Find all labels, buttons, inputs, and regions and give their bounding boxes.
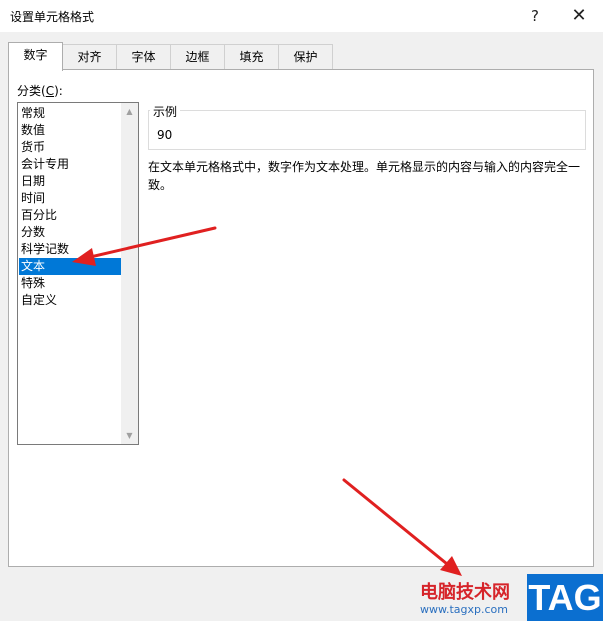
tab-protection[interactable]: 保护 — [278, 44, 333, 69]
sample-groupbox — [148, 110, 586, 150]
category-item-time[interactable]: 时间 — [19, 190, 121, 207]
category-item-currency[interactable]: 货币 — [19, 139, 121, 156]
tab-fill[interactable]: 填充 — [224, 44, 279, 69]
tab-border[interactable]: 边框 — [170, 44, 225, 69]
sample-value: 90 — [157, 128, 173, 142]
watermark-tag-logo: TAG — [527, 574, 603, 621]
sample-label: 示例 — [150, 103, 181, 120]
category-item-special[interactable]: 特殊 — [19, 275, 121, 292]
category-item-fraction[interactable]: 分数 — [19, 224, 121, 241]
category-item-accounting[interactable]: 会计专用 — [19, 156, 121, 173]
help-button[interactable]: ? — [522, 3, 548, 29]
tab-number[interactable]: 数字 — [8, 42, 63, 71]
number-tab-panel: 分类(C): 常规 数值 货币 会计专用 日期 时间 百分比 分数 科学记数 文… — [8, 69, 594, 567]
category-listbox[interactable]: 常规 数值 货币 会计专用 日期 时间 百分比 分数 科学记数 文本 特殊 自定… — [17, 102, 139, 445]
tab-alignment[interactable]: 对齐 — [62, 44, 117, 69]
category-item-custom[interactable]: 自定义 — [19, 292, 121, 309]
category-item-percentage[interactable]: 百分比 — [19, 207, 121, 224]
category-item-general[interactable]: 常规 — [19, 105, 121, 122]
site-watermark: 电脑技术网 www.tagxp.com TAG — [414, 574, 603, 621]
format-description: 在文本单元格格式中，数字作为文本处理。单元格显示的内容与输入的内容完全一致。 — [148, 160, 581, 192]
category-item-scientific[interactable]: 科学记数 — [19, 241, 121, 258]
watermark-url: www.tagxp.com — [420, 603, 508, 616]
listbox-scrollbar[interactable]: ▲ ▼ — [121, 103, 138, 444]
category-item-number[interactable]: 数值 — [19, 122, 121, 139]
scroll-down-arrow-icon[interactable]: ▼ — [121, 427, 138, 444]
close-button[interactable]: ✕ — [566, 3, 592, 29]
category-label: 分类(C): — [17, 84, 63, 98]
title-bar: 设置单元格格式 ? ✕ — [0, 0, 603, 32]
tab-font[interactable]: 字体 — [116, 44, 171, 69]
watermark-site-name: 电脑技术网 — [420, 582, 510, 603]
dialog-title: 设置单元格格式 — [10, 10, 95, 24]
scroll-up-arrow-icon[interactable]: ▲ — [121, 103, 138, 120]
category-item-text[interactable]: 文本 — [19, 258, 121, 275]
category-item-date[interactable]: 日期 — [19, 173, 121, 190]
